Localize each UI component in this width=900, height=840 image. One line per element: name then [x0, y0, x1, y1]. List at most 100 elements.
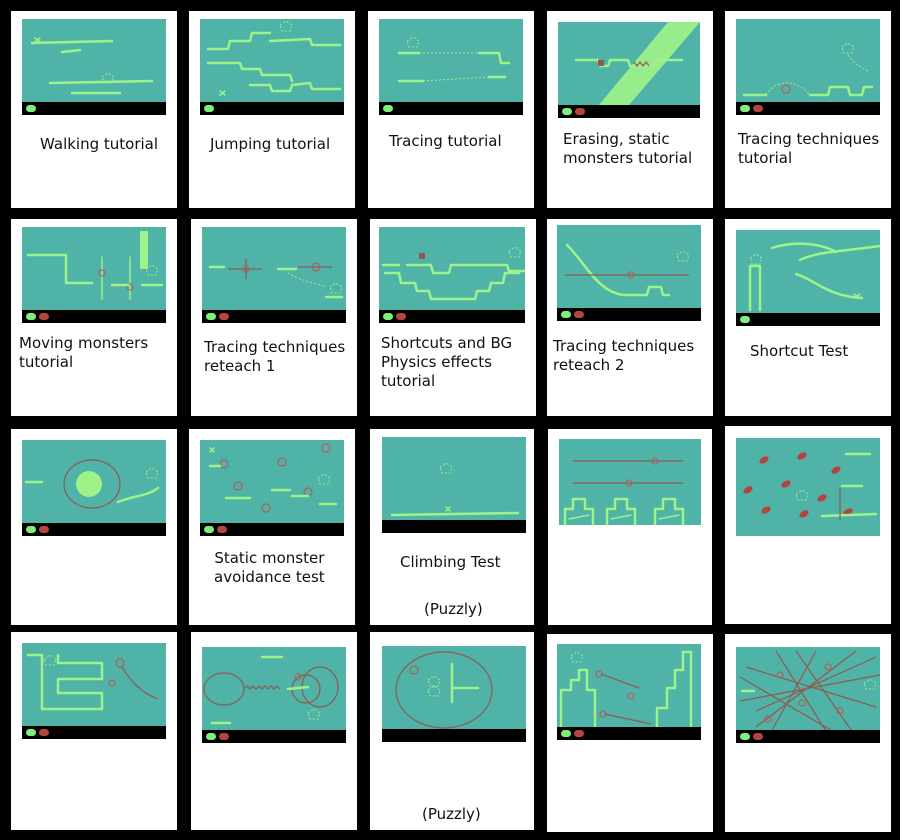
level-thumbnail: [382, 646, 526, 742]
level-title: Walking tutorial: [40, 135, 159, 153]
level-thumbnail: [379, 19, 523, 115]
level-note: (Puzzly): [424, 600, 483, 618]
player-icon: [206, 733, 216, 740]
monster-icon: [574, 311, 584, 318]
level-title: Tracing techniques reteach 2: [553, 337, 695, 374]
level-card[interactable]: [11, 632, 177, 830]
level-sketch: [24, 459, 160, 509]
hud-bar: [200, 523, 344, 536]
level-title: Moving monsters tutorial: [19, 334, 149, 371]
level-card[interactable]: Erasing, static monsters tutorial: [547, 11, 713, 208]
level-title: Climbing Test: [400, 553, 501, 571]
level-title: Tracing techniques reteach 1: [204, 338, 346, 375]
level-card[interactable]: Tracing techniques reteach 2: [547, 219, 713, 416]
level-title: Tracing techniques tutorial: [738, 130, 880, 167]
player-icon: [383, 313, 393, 320]
monster-icon: [396, 313, 406, 320]
level-sketch: [30, 37, 154, 95]
player-icon: [383, 105, 393, 112]
level-card[interactable]: Shortcut Test: [725, 219, 891, 416]
hud-bar: [202, 730, 346, 743]
hud-bar: [736, 102, 880, 115]
level-sketch: [208, 259, 344, 299]
level-sketch: [397, 36, 511, 83]
level-card[interactable]: Moving monsters tutorial: [11, 219, 177, 416]
hud-bar: [202, 310, 346, 323]
player-icon: [26, 526, 36, 533]
level-title: Shortcut Test: [750, 342, 849, 360]
level-card[interactable]: Shortcuts and BG Physics effects tutoria…: [370, 219, 536, 416]
monster-icon: [219, 733, 229, 740]
level-sketch: [206, 20, 342, 96]
monster-icon: [39, 729, 49, 736]
level-thumbnail: [736, 230, 880, 326]
level-sketch: [381, 246, 525, 301]
hud-bar: [22, 102, 166, 115]
level-card[interactable]: Climbing Test (Puzzly): [370, 429, 534, 625]
player-icon: [561, 311, 571, 318]
monster-icon: [574, 730, 584, 737]
player-icon: [740, 105, 750, 112]
hud-bar: [557, 308, 701, 321]
level-sketch: [390, 462, 520, 517]
level-card[interactable]: Static monster avoidance test: [189, 429, 355, 625]
player-icon: [26, 313, 36, 320]
level-card[interactable]: Jumping tutorial: [189, 11, 355, 208]
level-thumbnail: [202, 227, 346, 323]
player-icon: [26, 105, 36, 112]
monster-icon: [39, 313, 49, 320]
level-card[interactable]: Walking tutorial: [11, 11, 177, 208]
hud-bar: [22, 310, 166, 323]
level-sketch: [742, 42, 874, 97]
level-card[interactable]: [11, 429, 177, 625]
level-title: Static monster avoidance test: [214, 549, 325, 586]
level-card[interactable]: [547, 634, 713, 832]
level-sketch: [743, 452, 878, 520]
level-sketch: [574, 22, 700, 118]
level-card[interactable]: [548, 429, 712, 625]
hud-bar: [382, 520, 526, 533]
hud-bar: [382, 729, 526, 742]
hud-bar: [557, 727, 701, 740]
level-card[interactable]: [725, 426, 891, 624]
level-sketch: [26, 231, 164, 300]
level-sketch: [395, 651, 493, 729]
hud-bar: [200, 102, 344, 115]
level-card[interactable]: Tracing techniques reteach 1: [191, 219, 357, 416]
level-card[interactable]: Tracing techniques tutorial: [725, 11, 891, 208]
level-thumbnail: [22, 440, 166, 536]
level-sketch: [563, 457, 685, 525]
player-icon: [26, 729, 36, 736]
level-card[interactable]: [191, 632, 357, 830]
level-card[interactable]: [725, 634, 891, 832]
level-thumbnail: [22, 227, 166, 323]
level-title: Jumping tutorial: [210, 135, 331, 153]
level-sketch: [565, 243, 690, 297]
level-sketch: [208, 443, 338, 513]
level-thumbnail: [557, 225, 701, 321]
hud-bar: [736, 730, 880, 743]
level-thumbnail: [200, 440, 344, 536]
player-icon: [740, 316, 750, 323]
level-card[interactable]: Tracing tutorial: [368, 11, 534, 208]
level-thumbnail: [736, 438, 880, 536]
monster-icon: [219, 313, 229, 320]
hud-bar: [736, 313, 880, 326]
level-thumbnail: [736, 19, 880, 115]
level-sketch: [739, 650, 880, 742]
level-thumbnail: [736, 647, 880, 743]
level-thumbnail: [22, 19, 166, 115]
player-icon: [740, 733, 750, 740]
player-icon: [204, 526, 214, 533]
level-thumbnail: [22, 643, 166, 739]
level-sketch: [559, 650, 693, 740]
monster-icon: [753, 105, 763, 112]
level-sketch: [748, 242, 880, 312]
player-icon: [204, 105, 214, 112]
monster-icon: [217, 526, 227, 533]
hud-bar: [558, 105, 700, 118]
level-thumbnail: [202, 647, 346, 743]
level-thumbnail: [382, 437, 526, 533]
level-card[interactable]: (Puzzly): [370, 632, 534, 830]
hud-bar: [379, 102, 523, 115]
